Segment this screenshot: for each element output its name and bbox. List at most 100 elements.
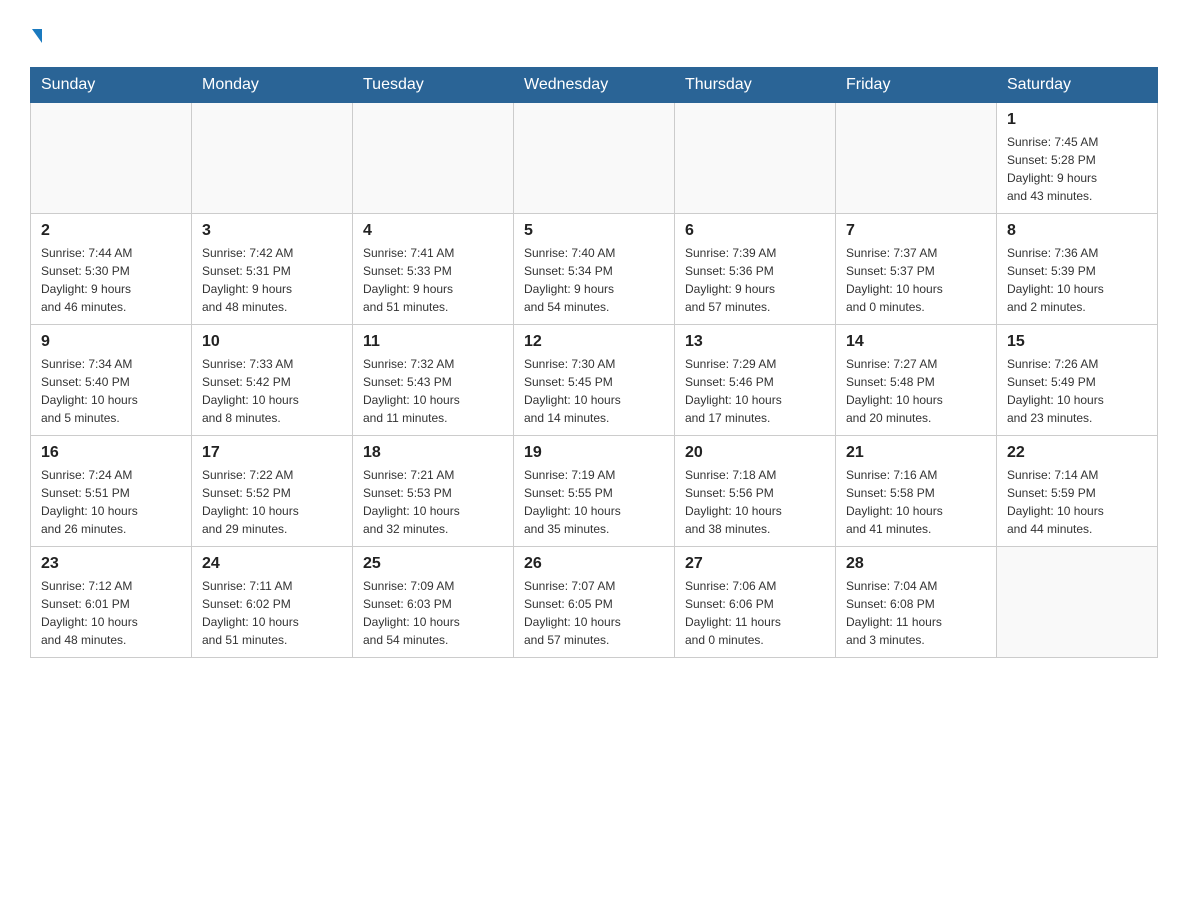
day-number: 1	[1007, 111, 1147, 129]
day-info: Sunrise: 7:27 AMSunset: 5:48 PMDaylight:…	[846, 355, 986, 427]
day-info: Sunrise: 7:21 AMSunset: 5:53 PMDaylight:…	[363, 466, 503, 538]
calendar-cell: 13 Sunrise: 7:29 AMSunset: 5:46 PMDayligh…	[675, 325, 836, 436]
day-info: Sunrise: 7:14 AMSunset: 5:59 PMDaylight:…	[1007, 466, 1147, 538]
day-number: 23	[41, 555, 181, 573]
weekday-header-saturday: Saturday	[997, 68, 1158, 103]
day-info: Sunrise: 7:30 AMSunset: 5:45 PMDaylight:…	[524, 355, 664, 427]
day-number: 4	[363, 222, 503, 240]
calendar-week-row: 1 Sunrise: 7:45 AMSunset: 5:28 PMDaylight…	[31, 103, 1158, 214]
calendar-cell: 15 Sunrise: 7:26 AMSunset: 5:49 PMDayligh…	[997, 325, 1158, 436]
day-info: Sunrise: 7:22 AMSunset: 5:52 PMDaylight:…	[202, 466, 342, 538]
day-info: Sunrise: 7:29 AMSunset: 5:46 PMDaylight:…	[685, 355, 825, 427]
calendar-cell: 18 Sunrise: 7:21 AMSunset: 5:53 PMDayligh…	[353, 436, 514, 547]
day-number: 16	[41, 444, 181, 462]
day-info: Sunrise: 7:06 AMSunset: 6:06 PMDaylight:…	[685, 577, 825, 649]
day-number: 17	[202, 444, 342, 462]
day-info: Sunrise: 7:42 AMSunset: 5:31 PMDaylight:…	[202, 244, 342, 316]
calendar-week-row: 2 Sunrise: 7:44 AMSunset: 5:30 PMDaylight…	[31, 214, 1158, 325]
day-info: Sunrise: 7:26 AMSunset: 5:49 PMDaylight:…	[1007, 355, 1147, 427]
calendar-cell: 4Sunrise: 7:41 AMSunset: 5:33 PMDaylight…	[353, 214, 514, 325]
calendar-cell	[836, 103, 997, 214]
day-number: 11	[363, 333, 503, 351]
day-number: 5	[524, 222, 664, 240]
day-number: 27	[685, 555, 825, 573]
day-number: 21	[846, 444, 986, 462]
day-number: 6	[685, 222, 825, 240]
day-info: Sunrise: 7:16 AMSunset: 5:58 PMDaylight:…	[846, 466, 986, 538]
calendar-cell: 28 Sunrise: 7:04 AMSunset: 6:08 PMDayligh…	[836, 547, 997, 658]
calendar-cell: 23 Sunrise: 7:12 AMSunset: 6:01 PMDayligh…	[31, 547, 192, 658]
day-number: 14	[846, 333, 986, 351]
day-number: 22	[1007, 444, 1147, 462]
day-number: 2	[41, 222, 181, 240]
day-number: 26	[524, 555, 664, 573]
day-info: Sunrise: 7:12 AMSunset: 6:01 PMDaylight:…	[41, 577, 181, 649]
day-number: 3	[202, 222, 342, 240]
weekday-header-monday: Monday	[192, 68, 353, 103]
day-info: Sunrise: 7:04 AMSunset: 6:08 PMDaylight:…	[846, 577, 986, 649]
calendar-cell: 3 Sunrise: 7:42 AMSunset: 5:31 PMDaylight…	[192, 214, 353, 325]
calendar-cell: 17 Sunrise: 7:22 AMSunset: 5:52 PMDayligh…	[192, 436, 353, 547]
day-info: Sunrise: 7:34 AMSunset: 5:40 PMDaylight:…	[41, 355, 181, 427]
day-number: 7	[846, 222, 986, 240]
calendar-cell	[997, 547, 1158, 658]
calendar-cell: 2 Sunrise: 7:44 AMSunset: 5:30 PMDaylight…	[31, 214, 192, 325]
day-info: Sunrise: 7:19 AMSunset: 5:55 PMDaylight:…	[524, 466, 664, 538]
calendar-cell	[514, 103, 675, 214]
calendar-cell: 12 Sunrise: 7:30 AMSunset: 5:45 PMDayligh…	[514, 325, 675, 436]
weekday-header-friday: Friday	[836, 68, 997, 103]
calendar-cell	[675, 103, 836, 214]
calendar-cell: 14 Sunrise: 7:27 AMSunset: 5:48 PMDayligh…	[836, 325, 997, 436]
calendar-cell: 6 Sunrise: 7:39 AMSunset: 5:36 PMDaylight…	[675, 214, 836, 325]
day-info: Sunrise: 7:37 AMSunset: 5:37 PMDaylight:…	[846, 244, 986, 316]
calendar-cell: 27 Sunrise: 7:06 AMSunset: 6:06 PMDayligh…	[675, 547, 836, 658]
weekday-header-sunday: Sunday	[31, 68, 192, 103]
day-info: Sunrise: 7:44 AMSunset: 5:30 PMDaylight:…	[41, 244, 181, 316]
calendar-cell	[31, 103, 192, 214]
calendar-week-row: 16 Sunrise: 7:24 AMSunset: 5:51 PMDayligh…	[31, 436, 1158, 547]
calendar-cell: 7 Sunrise: 7:37 AMSunset: 5:37 PMDaylight…	[836, 214, 997, 325]
weekday-header-wednesday: Wednesday	[514, 68, 675, 103]
day-number: 20	[685, 444, 825, 462]
calendar-cell: 24 Sunrise: 7:11 AMSunset: 6:02 PMDayligh…	[192, 547, 353, 658]
weekday-header-row: SundayMondayTuesdayWednesdayThursdayFrid…	[31, 68, 1158, 103]
calendar-cell: 26Sunrise: 7:07 AMSunset: 6:05 PMDayligh…	[514, 547, 675, 658]
day-info: Sunrise: 7:40 AMSunset: 5:34 PMDaylight:…	[524, 244, 664, 316]
weekday-header-tuesday: Tuesday	[353, 68, 514, 103]
calendar-cell: 9Sunrise: 7:34 AMSunset: 5:40 PMDaylight…	[31, 325, 192, 436]
day-info: Sunrise: 7:09 AMSunset: 6:03 PMDaylight:…	[363, 577, 503, 649]
day-info: Sunrise: 7:45 AMSunset: 5:28 PMDaylight:…	[1007, 133, 1147, 205]
day-number: 15	[1007, 333, 1147, 351]
day-info: Sunrise: 7:32 AMSunset: 5:43 PMDaylight:…	[363, 355, 503, 427]
day-info: Sunrise: 7:39 AMSunset: 5:36 PMDaylight:…	[685, 244, 825, 316]
calendar-header: SundayMondayTuesdayWednesdayThursdayFrid…	[31, 68, 1158, 103]
day-number: 12	[524, 333, 664, 351]
day-number: 10	[202, 333, 342, 351]
calendar-week-row: 9Sunrise: 7:34 AMSunset: 5:40 PMDaylight…	[31, 325, 1158, 436]
day-number: 28	[846, 555, 986, 573]
calendar-table: SundayMondayTuesdayWednesdayThursdayFrid…	[30, 67, 1158, 658]
calendar-cell: 11 Sunrise: 7:32 AMSunset: 5:43 PMDayligh…	[353, 325, 514, 436]
day-info: Sunrise: 7:18 AMSunset: 5:56 PMDaylight:…	[685, 466, 825, 538]
calendar-cell: 19 Sunrise: 7:19 AMSunset: 5:55 PMDayligh…	[514, 436, 675, 547]
calendar-cell: 10 Sunrise: 7:33 AMSunset: 5:42 PMDayligh…	[192, 325, 353, 436]
day-info: Sunrise: 7:33 AMSunset: 5:42 PMDaylight:…	[202, 355, 342, 427]
day-number: 24	[202, 555, 342, 573]
day-number: 13	[685, 333, 825, 351]
calendar-week-row: 23 Sunrise: 7:12 AMSunset: 6:01 PMDayligh…	[31, 547, 1158, 658]
day-info: Sunrise: 7:11 AMSunset: 6:02 PMDaylight:…	[202, 577, 342, 649]
day-info: Sunrise: 7:36 AMSunset: 5:39 PMDaylight:…	[1007, 244, 1147, 316]
day-info: Sunrise: 7:24 AMSunset: 5:51 PMDaylight:…	[41, 466, 181, 538]
calendar-cell: 8Sunrise: 7:36 AMSunset: 5:39 PMDaylight…	[997, 214, 1158, 325]
calendar-cell: 25Sunrise: 7:09 AMSunset: 6:03 PMDayligh…	[353, 547, 514, 658]
calendar-cell	[192, 103, 353, 214]
day-number: 18	[363, 444, 503, 462]
calendar-cell: 20 Sunrise: 7:18 AMSunset: 5:56 PMDayligh…	[675, 436, 836, 547]
calendar-body: 1 Sunrise: 7:45 AMSunset: 5:28 PMDaylight…	[31, 103, 1158, 658]
page-header	[30, 20, 1158, 47]
calendar-cell: 21 Sunrise: 7:16 AMSunset: 5:58 PMDayligh…	[836, 436, 997, 547]
calendar-cell: 1 Sunrise: 7:45 AMSunset: 5:28 PMDaylight…	[997, 103, 1158, 214]
logo-general-line	[30, 20, 42, 47]
day-number: 19	[524, 444, 664, 462]
weekday-header-thursday: Thursday	[675, 68, 836, 103]
